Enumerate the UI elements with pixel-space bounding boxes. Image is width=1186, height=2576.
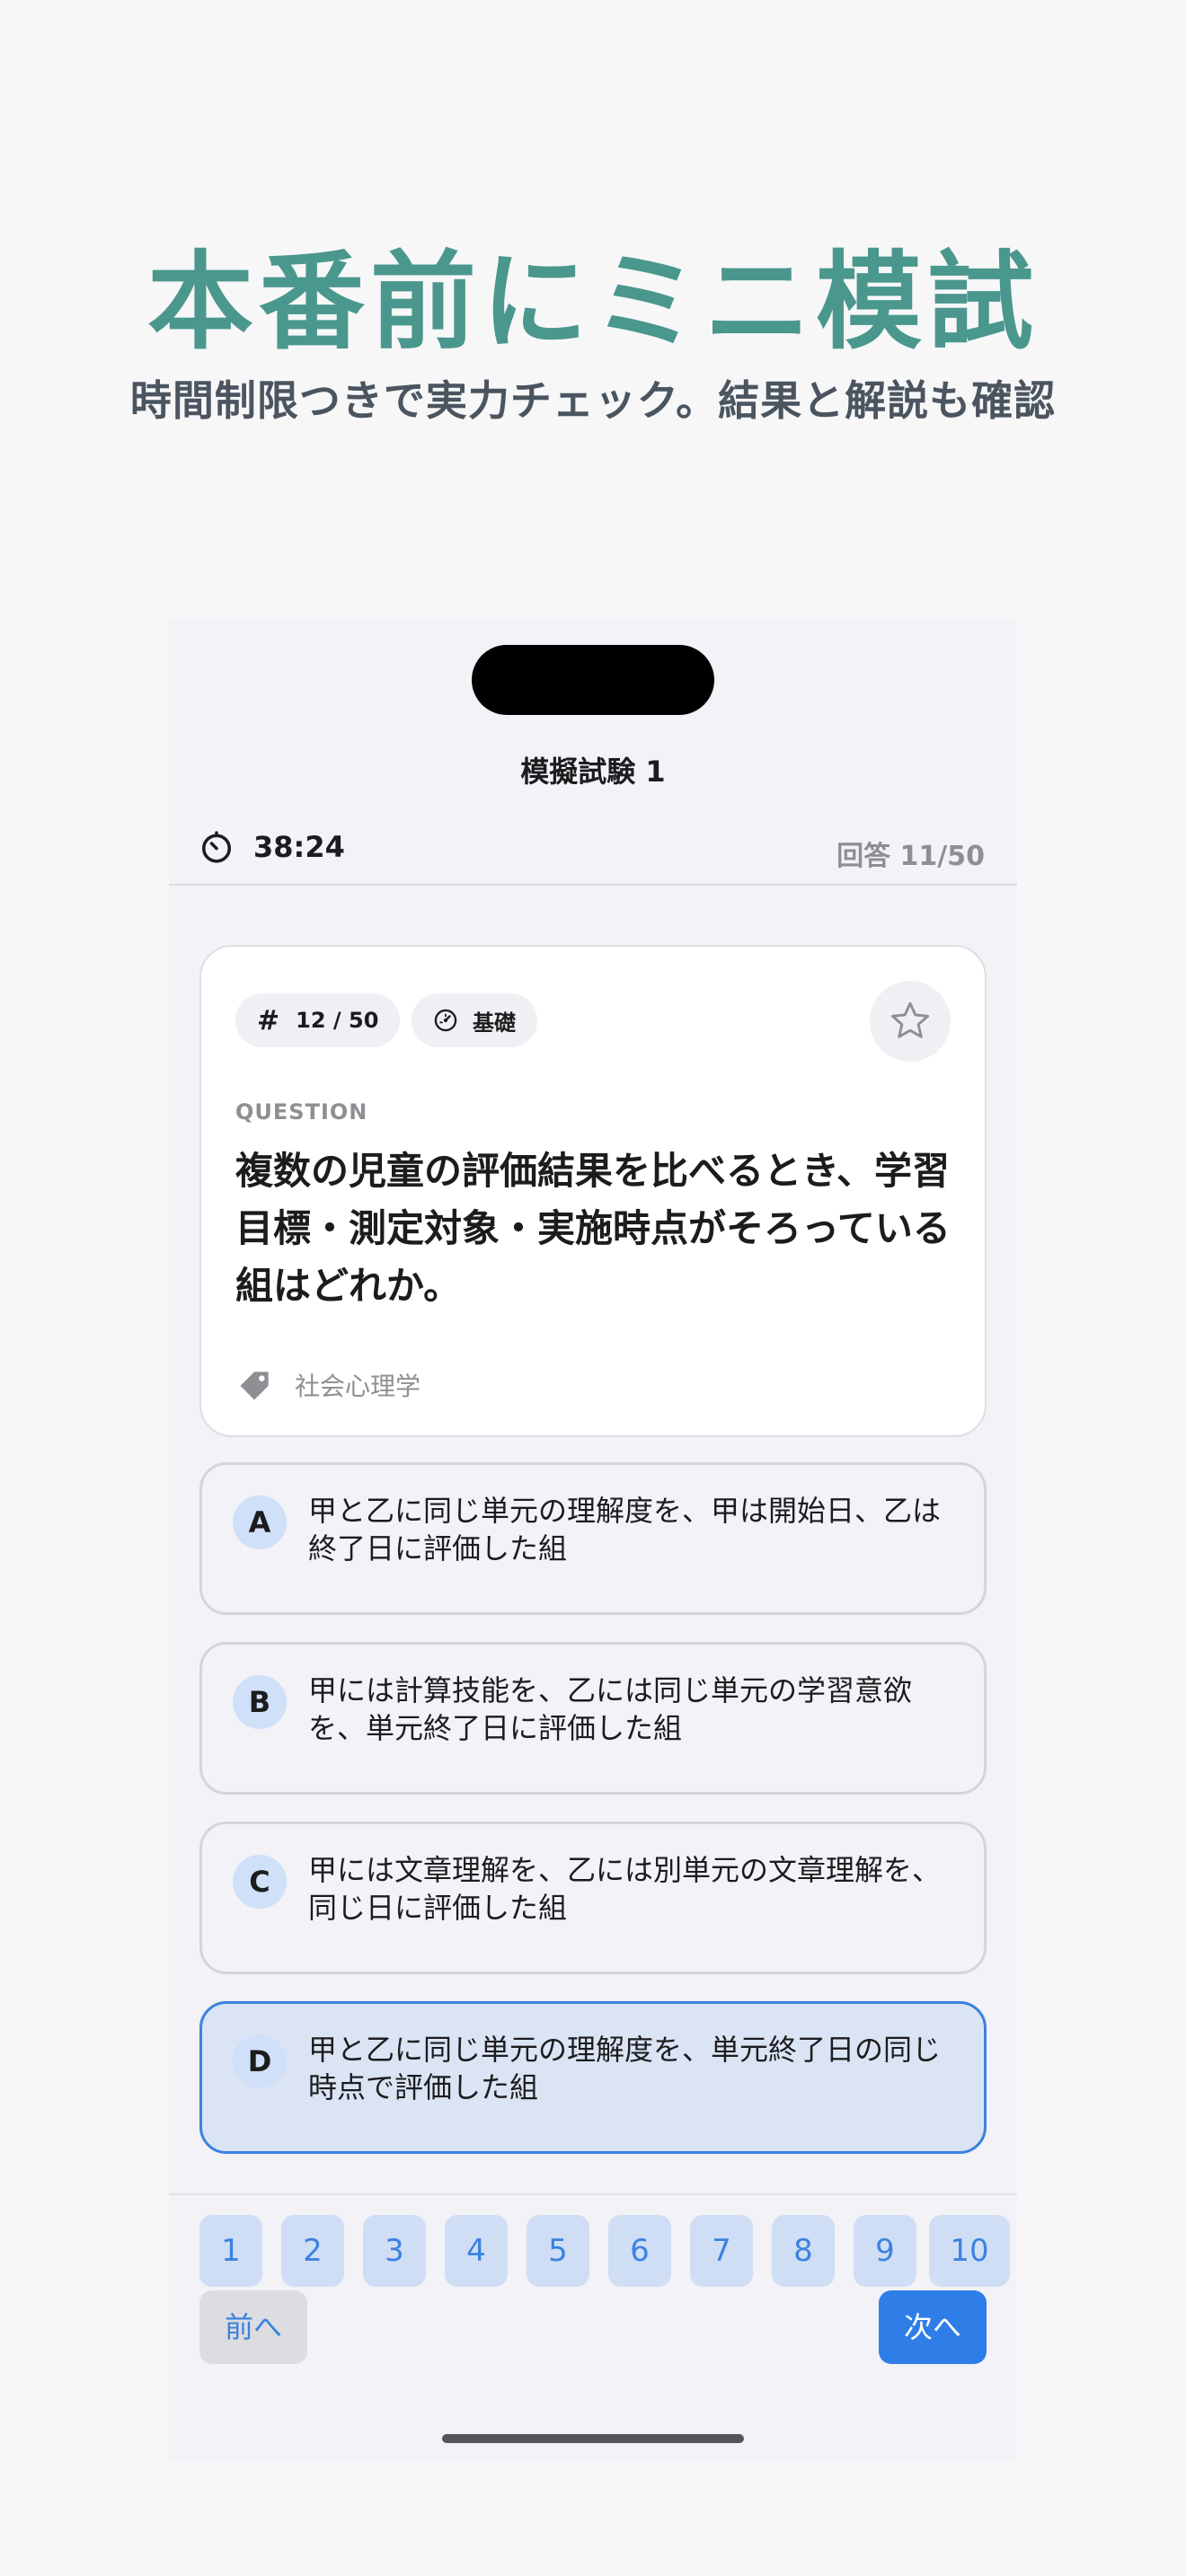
tag-icon: [240, 1372, 269, 1400]
option-text: 甲と乙に同じ単元の理解度を、甲は開始日、乙は終了日に評価した組: [308, 1494, 942, 1566]
category-tag-text: 社会心理学: [295, 1372, 421, 1401]
question-nav-button-6[interactable]: 6: [608, 2215, 671, 2287]
question-nav-button-1[interactable]: 1: [199, 2215, 262, 2287]
question-nav-button-7[interactable]: 7: [690, 2215, 753, 2287]
home-indicator[interactable]: [442, 2434, 744, 2443]
timer-icon: [202, 831, 231, 863]
question-nav-button-5[interactable]: 5: [527, 2215, 589, 2287]
option-letter: C: [233, 1855, 287, 1909]
question-card: # 12 / 50 基礎 QUESTION 複数の児童の評価結果を比べるとき、学…: [199, 945, 987, 1437]
option-text: 甲と乙に同じ単元の理解度を、単元終了日の同じ時点で評価した組: [308, 2033, 942, 2104]
option-c[interactable]: C 甲には文章理解を、乙には別単元の文章理解を、同じ日に評価した組: [199, 1822, 987, 1974]
option-a[interactable]: A 甲と乙に同じ単元の理解度を、甲は開始日、乙は終了日に評価した組: [199, 1462, 987, 1615]
question-nav-button-10[interactable]: 10: [929, 2215, 1010, 2287]
question-nav-button-9[interactable]: 9: [854, 2215, 916, 2287]
promo-headline: 本番前にミニ模試: [146, 240, 1039, 364]
question-label: QUESTION: [235, 1099, 368, 1125]
timer: 38:24: [199, 830, 345, 864]
question-number: 12 / 50: [296, 1008, 379, 1033]
category-tag: 社会心理学: [235, 1365, 420, 1405]
bookmark-button[interactable]: [870, 981, 951, 1062]
next-button[interactable]: 次へ: [879, 2290, 987, 2364]
level-chip: 基礎: [412, 993, 537, 1047]
answered-count: 回答 11/50: [836, 841, 985, 872]
hash-icon: #: [257, 1004, 280, 1037]
gauge-icon: [434, 1009, 457, 1032]
option-letter: D: [233, 2034, 287, 2088]
option-letter: B: [233, 1675, 287, 1729]
promo-subheadline: 時間制限つきで実力チェック。結果と解説も確認: [129, 376, 1057, 425]
level-text: 基礎: [473, 1010, 516, 1036]
phone-screen: 模擬試験 1 38:24 回答 11/50 # 12 / 50 基礎 QUEST…: [169, 618, 1017, 2461]
question-number-chip: # 12 / 50: [235, 993, 401, 1047]
option-letter: A: [233, 1495, 287, 1549]
question-nav-button-2[interactable]: 2: [281, 2215, 344, 2287]
dynamic-island: [472, 645, 714, 715]
page-title: 模擬試験 1: [520, 754, 666, 789]
option-text: 甲には文章理解を、乙には別単元の文章理解を、同じ日に評価した組: [308, 1853, 942, 1925]
question-nav-button-4[interactable]: 4: [445, 2215, 508, 2287]
question-nav-button-3[interactable]: 3: [363, 2215, 426, 2287]
question-navigator: 1 2 3 4 5 6 7 8 9 10: [169, 2193, 1017, 2287]
question-nav-button-8[interactable]: 8: [772, 2215, 835, 2287]
question-text: 複数の児童の評価結果を比べるとき、学習目標・測定対象・実施時点がそろっている組は…: [235, 1149, 951, 1308]
option-d[interactable]: D 甲と乙に同じ単元の理解度を、単元終了日の同じ時点で評価した組: [199, 2001, 987, 2154]
option-b[interactable]: B 甲には計算技能を、乙には同じ単元の学習意欲を、単元終了日に評価した組: [199, 1642, 987, 1795]
option-text: 甲には計算技能を、乙には同じ単元の学習意欲を、単元終了日に評価した組: [308, 1673, 913, 1745]
timer-text: 38:24: [253, 830, 345, 864]
star-icon: [890, 1001, 930, 1038]
prev-button[interactable]: 前へ: [199, 2290, 307, 2364]
exam-status-bar: 38:24 回答 11/50: [169, 814, 1017, 886]
